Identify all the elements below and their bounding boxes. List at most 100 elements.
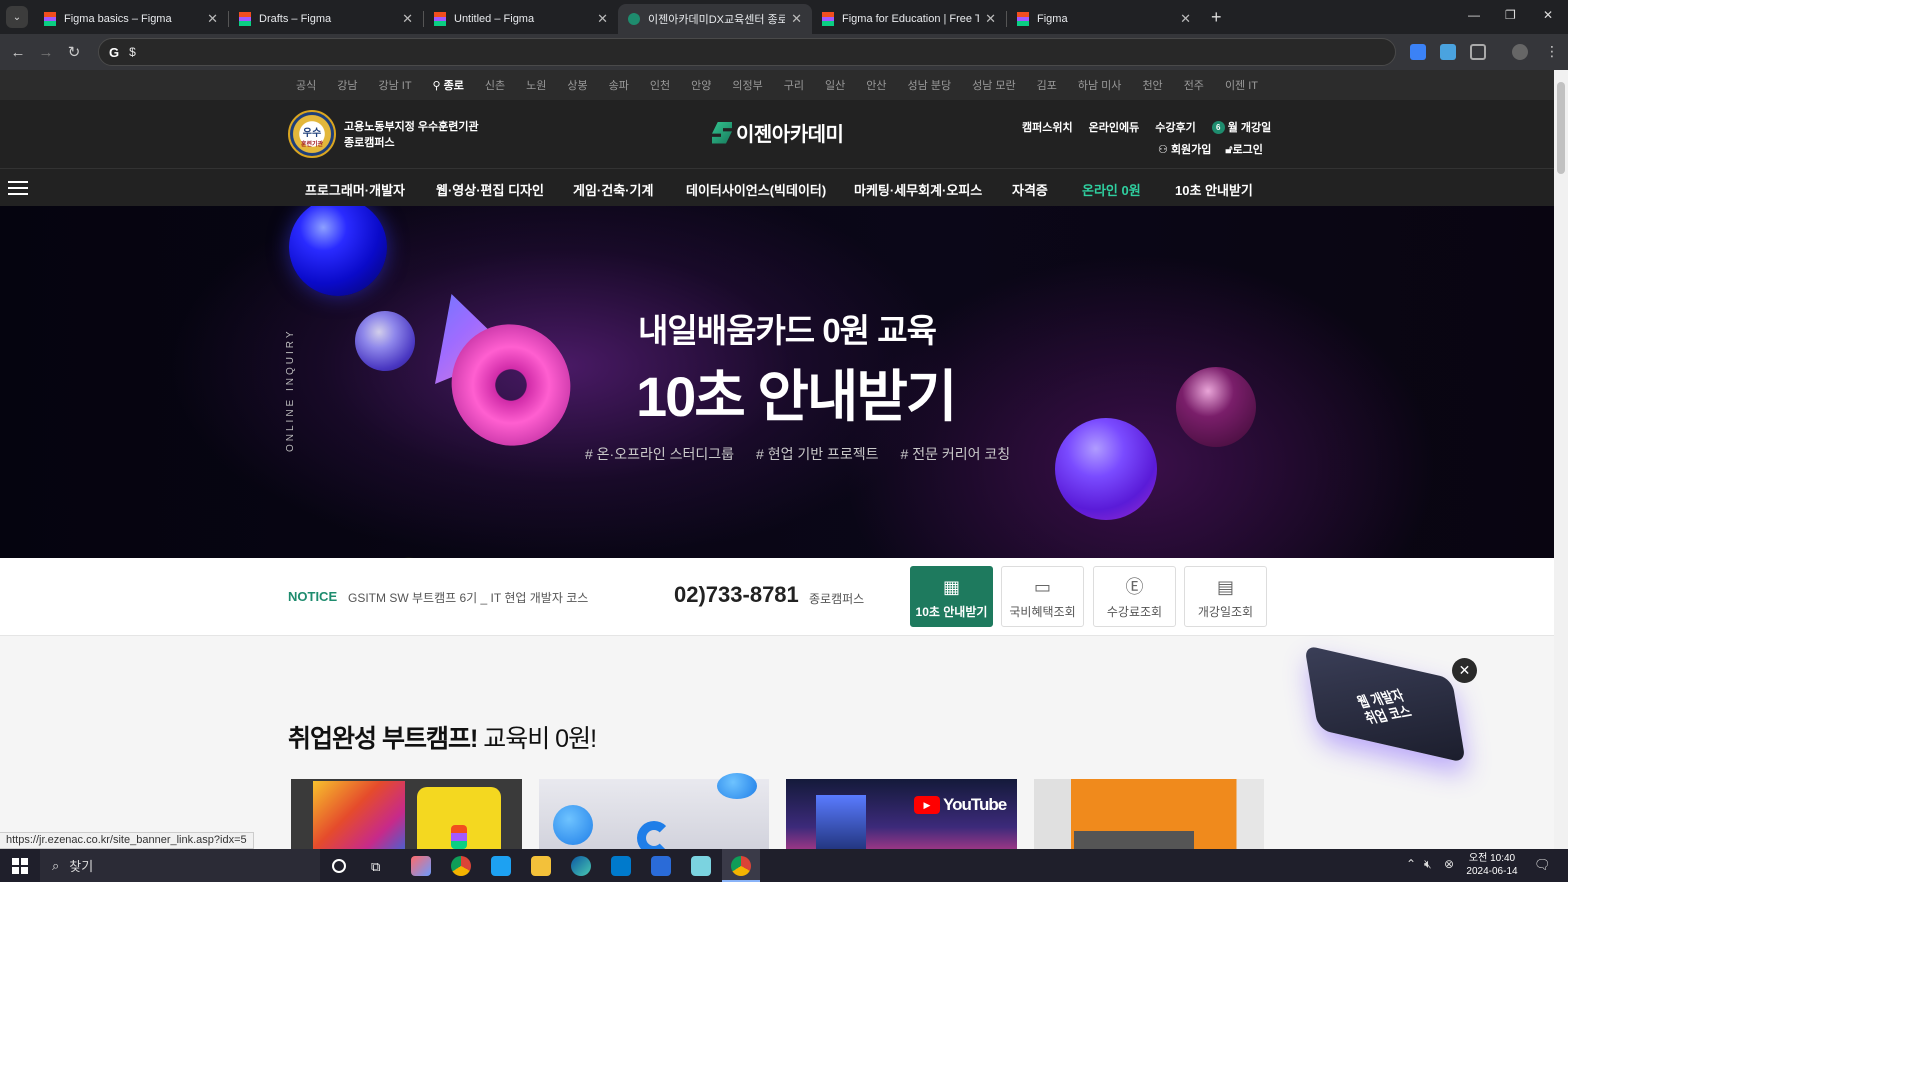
campus-link[interactable]: 천안 [1132, 77, 1173, 93]
campus-link[interactable]: 상봉 [557, 77, 598, 93]
close-tab-icon[interactable]: ✕ [207, 11, 218, 27]
login-link[interactable]: 🔓︎로그인 [1225, 141, 1263, 157]
vscode-icon[interactable] [611, 856, 631, 876]
close-tab-icon[interactable]: ✕ [1180, 11, 1191, 27]
task-view-icon[interactable]: ⧉ [371, 859, 380, 875]
back-icon[interactable]: ← [4, 44, 32, 61]
nav-game-architecture[interactable]: 게임·건축·기계 [573, 180, 653, 199]
nav-quick-inquiry[interactable]: 10초 안내받기 [1175, 180, 1253, 199]
campus-link[interactable]: 인천 [639, 77, 680, 93]
campus-link[interactable]: 하남 미사 [1067, 77, 1132, 93]
page-scrollbar[interactable] [1554, 70, 1568, 849]
campus-link[interactable]: ⚲ 종로 [422, 77, 474, 93]
nav-online-free[interactable]: 온라인 0원 [1082, 180, 1141, 199]
notice-text[interactable]: GSITM SW 부트캠프 6기 _ IT 현업 개발자 코스 [348, 589, 588, 606]
course-card[interactable] [539, 773, 769, 849]
browser-tab[interactable]: 이젠아카데미DX교육센터 종로 ✕ [618, 4, 812, 34]
nav-programmer[interactable]: 프로그래머·개발자 [305, 180, 405, 199]
close-promo-button[interactable]: ✕ [1452, 658, 1477, 683]
campus-link[interactable]: 안산 [856, 77, 897, 93]
puzzle-icon[interactable] [1470, 44, 1486, 60]
dark-sphere-decoration [1176, 367, 1256, 447]
address-input[interactable]: $ [129, 45, 136, 59]
site-logo[interactable]: 이젠아카데미 [712, 118, 844, 147]
browser-tab[interactable]: Figma basics – Figma ✕ [34, 4, 228, 34]
campus-link[interactable]: 공식 [285, 77, 326, 93]
course-card[interactable] [291, 779, 522, 849]
edge-icon[interactable] [571, 856, 591, 876]
app-icon[interactable] [411, 856, 431, 876]
campus-link[interactable]: 전주 [1173, 77, 1214, 93]
campus-link[interactable]: 신촌 [474, 77, 515, 93]
browser-tab[interactable]: Figma for Education | Free Too ✕ [812, 4, 1006, 34]
campus-link[interactable]: 성남 모란 [962, 77, 1027, 93]
monthly-schedule-link[interactable]: 6월 개강일 [1211, 119, 1271, 135]
forward-icon[interactable]: → [32, 44, 60, 61]
volume-muted-icon[interactable]: 🔇︎ [1424, 857, 1432, 872]
network-icon[interactable]: ⊗ [1444, 857, 1454, 871]
campus-link[interactable]: 노원 [516, 77, 557, 93]
campus-link[interactable]: 강남 IT [368, 77, 422, 93]
nav-web-design[interactable]: 웹·영상·편집 디자인 [436, 180, 544, 199]
campus-link[interactable]: 성남 분당 [897, 77, 962, 93]
close-tab-icon[interactable]: ✕ [985, 11, 996, 27]
restore-icon[interactable]: ❐ [1505, 8, 1516, 22]
new-tab-button[interactable]: + [1211, 7, 1222, 28]
campus-link[interactable]: 의정부 [722, 77, 773, 93]
taskbar-search[interactable]: ⌕ 찾기 [40, 849, 320, 882]
minimize-icon[interactable]: — [1468, 8, 1480, 22]
phone-mockup-decoration [417, 787, 501, 849]
extension-icon[interactable] [1440, 44, 1456, 60]
course-card[interactable] [1034, 779, 1264, 849]
tab-search-icon[interactable]: ⌄ [6, 6, 28, 28]
app-icon[interactable] [651, 856, 671, 876]
nav-data-science[interactable]: 데이터사이언스(빅데이터) [686, 180, 826, 199]
cortana-icon[interactable] [332, 859, 346, 873]
windows-start-icon[interactable] [12, 858, 28, 874]
scrollbar-thumb[interactable] [1557, 82, 1565, 174]
campus-link[interactable]: 송파 [598, 77, 639, 93]
hamburger-menu-icon[interactable] [8, 181, 28, 195]
campus-link[interactable]: 이젠 IT [1214, 77, 1268, 93]
quick-inquiry-button[interactable]: ▦ 10초 안내받기 [910, 566, 993, 627]
reviews-link[interactable]: 수강후기 [1155, 119, 1195, 135]
hero-banner[interactable]: ONLINE INQUIRY 내일배움카드 0원 교육 10초 안내받기 # 온… [0, 206, 1554, 558]
campus-location-link[interactable]: 캠퍼스위치 [1022, 119, 1073, 135]
close-tab-icon[interactable]: ✕ [791, 11, 802, 27]
campus-link[interactable]: 김포 [1026, 77, 1067, 93]
signup-link[interactable]: ⚇ 회원가입 [1158, 141, 1211, 157]
browser-tab[interactable]: Untitled – Figma ✕ [424, 4, 618, 34]
more-menu-icon[interactable]: ⋮ [1545, 43, 1559, 60]
campus-link[interactable]: 구리 [773, 77, 814, 93]
phone-number[interactable]: 02)733-8781 [674, 582, 799, 608]
campus-link[interactable]: 강남 [327, 77, 368, 93]
close-window-icon[interactable]: ✕ [1543, 8, 1553, 22]
gov-benefit-button[interactable]: ▭ 국비혜택조회 [1001, 566, 1084, 627]
reload-icon[interactable]: ↻ [60, 43, 88, 61]
browser-tab[interactable]: Figma ✕ [1007, 4, 1201, 34]
clock[interactable]: 오전 10:40 2024-06-14 [1462, 852, 1522, 878]
floating-promo-badge[interactable]: 웹 개발자 취업 코스 [1304, 644, 1466, 764]
close-tab-icon[interactable]: ✕ [402, 11, 413, 27]
campus-link[interactable]: 일산 [815, 77, 856, 93]
course-card[interactable]: ▶ YouTube [786, 779, 1017, 849]
app-icon[interactable] [491, 856, 511, 876]
profile-avatar[interactable] [1512, 44, 1528, 60]
tray-chevron-icon[interactable]: ⌃ [1406, 857, 1416, 871]
online-edu-link[interactable]: 온라인에듀 [1089, 119, 1140, 135]
active-app-slot[interactable] [722, 849, 760, 882]
notification-icon[interactable]: 🗨︎ [1534, 857, 1551, 873]
location-pin-icon: ⚲ [432, 80, 444, 92]
file-explorer-icon[interactable] [531, 856, 551, 876]
close-tab-icon[interactable]: ✕ [597, 11, 608, 27]
nav-marketing-office[interactable]: 마케팅·세무회계·오피스 [854, 180, 982, 199]
chrome-icon[interactable] [451, 856, 471, 876]
app-icon[interactable] [691, 856, 711, 876]
browser-tab[interactable]: Drafts – Figma ✕ [229, 4, 423, 34]
address-bar[interactable]: G $ [98, 38, 1396, 66]
start-date-button[interactable]: ▤ 개강일조회 [1184, 566, 1267, 627]
campus-link[interactable]: 안양 [681, 77, 722, 93]
tuition-button[interactable]: Ⓔ 수강료조회 [1093, 566, 1176, 627]
extension-icon[interactable] [1410, 44, 1426, 60]
nav-certificate[interactable]: 자격증 [1012, 180, 1048, 199]
